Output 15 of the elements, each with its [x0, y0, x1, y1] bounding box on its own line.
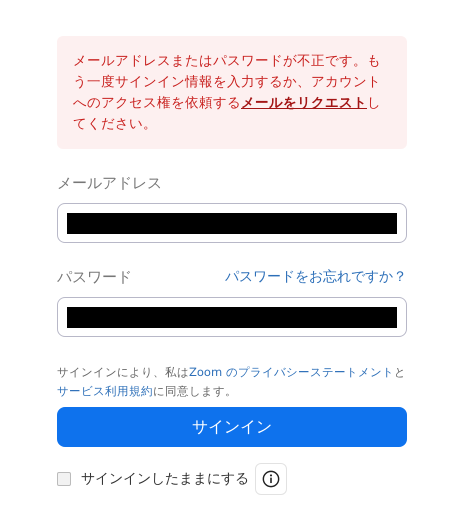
keep-signed-in-label: サインインしたままにする — [81, 470, 249, 488]
policy-link[interactable]: Zoom のプライバシーステートメント — [189, 365, 394, 379]
checkbox[interactable] — [57, 472, 71, 486]
info-button[interactable] — [255, 463, 287, 495]
request-email-link[interactable]: メールをリクエスト — [241, 95, 367, 111]
info-icon — [262, 470, 280, 488]
forgot-password-link[interactable]: パスワードをお忘れですか？ — [225, 268, 407, 286]
policy-link[interactable]: サービス利用規約 — [57, 384, 153, 398]
error-message: メールアドレスまたはパスワードが不正です。もう一度サインイン情報を入力するか、アカウントへのアクセス権を依頼するメールをリクエスト してください。 — [57, 36, 407, 149]
sign-in-button[interactable]: サインイン — [57, 407, 407, 447]
password-field[interactable] — [57, 297, 407, 337]
email-field[interactable] — [57, 203, 407, 243]
consent-text: サインインにより、私はZoom のプライバシーステートメント と サービス利用規約に同意します。 — [57, 364, 407, 400]
email-label: メールアドレス — [57, 174, 162, 192]
password-label: パスワード — [57, 268, 132, 286]
